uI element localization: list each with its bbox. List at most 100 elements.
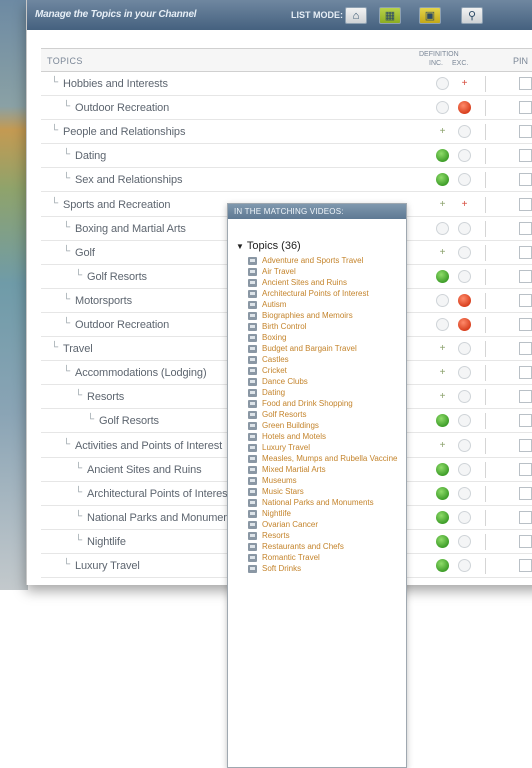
- pin-checkbox[interactable]: [519, 510, 532, 524]
- exclude-toggle[interactable]: [458, 438, 471, 452]
- tree-expander-icon[interactable]: └: [63, 173, 70, 184]
- tree-expander-icon[interactable]: └: [63, 246, 70, 257]
- tree-expander-icon[interactable]: └: [75, 463, 82, 474]
- exclude-toggle[interactable]: [458, 510, 471, 524]
- popup-topic-item[interactable]: Castles: [248, 355, 406, 365]
- exclude-toggle[interactable]: [458, 269, 471, 283]
- pin-checkbox[interactable]: [519, 486, 532, 500]
- exclude-toggle[interactable]: [458, 245, 471, 259]
- popup-topic-item[interactable]: Restaurants and Chefs: [248, 542, 406, 552]
- popup-topic-item[interactable]: Nightlife: [248, 509, 406, 519]
- tree-expander-icon[interactable]: └: [75, 487, 82, 498]
- exclude-toggle[interactable]: [458, 559, 471, 572]
- exclude-toggle[interactable]: [458, 173, 471, 187]
- include-toggle[interactable]: [436, 221, 449, 235]
- include-toggle[interactable]: [436, 173, 449, 187]
- popup-topic-item[interactable]: National Parks and Monuments: [248, 498, 406, 508]
- pin-checkbox[interactable]: [519, 269, 532, 283]
- popup-title[interactable]: ▼ Topics (36): [236, 240, 301, 252]
- popup-topic-item[interactable]: Luxury Travel: [248, 443, 406, 453]
- tree-expander-icon[interactable]: └: [75, 535, 82, 546]
- popup-topic-item[interactable]: Cricket: [248, 366, 406, 376]
- exclude-toggle[interactable]: [458, 390, 471, 404]
- pin-checkbox[interactable]: [519, 101, 532, 115]
- popup-topic-item[interactable]: Resorts: [248, 531, 406, 541]
- popup-topic-item[interactable]: Museums: [248, 476, 406, 486]
- table-row[interactable]: └ Dating: [41, 144, 532, 169]
- tree-expander-icon[interactable]: └: [63, 294, 70, 305]
- exclude-toggle[interactable]: [458, 342, 471, 356]
- tree-expander-icon[interactable]: └: [51, 125, 58, 136]
- table-row[interactable]: └ Outdoor Recreation: [41, 96, 532, 121]
- include-toggle[interactable]: [436, 534, 449, 548]
- pin-checkbox[interactable]: [519, 559, 532, 572]
- exclude-toggle[interactable]: [458, 462, 471, 476]
- exclude-toggle[interactable]: +: [458, 198, 471, 211]
- exclude-toggle[interactable]: [458, 293, 471, 307]
- popup-topic-item[interactable]: Food and Drink Shopping: [248, 399, 406, 409]
- popup-topic-item[interactable]: Hotels and Motels: [248, 432, 406, 442]
- popup-topic-item[interactable]: Ovarian Cancer: [248, 520, 406, 530]
- pin-checkbox[interactable]: [519, 390, 532, 404]
- box-mode-button[interactable]: ▣: [419, 7, 441, 24]
- exclude-toggle[interactable]: [458, 534, 471, 548]
- include-toggle[interactable]: [436, 510, 449, 524]
- include-toggle[interactable]: +: [436, 439, 449, 452]
- include-toggle[interactable]: +: [436, 198, 449, 211]
- exclude-toggle[interactable]: [458, 101, 471, 115]
- pin-checkbox[interactable]: [519, 293, 532, 307]
- popup-topic-item[interactable]: Mixed Martial Arts: [248, 465, 406, 475]
- popup-topic-item[interactable]: Measles, Mumps and Rubella Vaccine: [248, 454, 406, 464]
- include-toggle[interactable]: +: [436, 366, 449, 379]
- pin-checkbox[interactable]: [519, 462, 532, 476]
- include-toggle[interactable]: [436, 77, 449, 90]
- include-toggle[interactable]: [436, 318, 449, 331]
- popup-topic-item[interactable]: Air Travel: [248, 267, 406, 277]
- include-toggle[interactable]: [436, 149, 449, 163]
- grid-mode-button[interactable]: ▦: [379, 7, 401, 24]
- exclude-toggle[interactable]: [458, 318, 471, 331]
- exclude-toggle[interactable]: +: [458, 77, 471, 90]
- tree-expander-icon[interactable]: └: [51, 342, 58, 353]
- include-toggle[interactable]: +: [436, 342, 449, 355]
- include-toggle[interactable]: [436, 462, 449, 476]
- popup-topic-item[interactable]: Green Buildings: [248, 421, 406, 431]
- exclude-toggle[interactable]: [458, 414, 471, 428]
- table-row[interactable]: └ Hobbies and Interests +: [41, 72, 532, 96]
- pin-checkbox[interactable]: [519, 318, 532, 331]
- pin-checkbox[interactable]: [519, 149, 532, 163]
- include-toggle[interactable]: [436, 414, 449, 428]
- popup-topic-item[interactable]: Dance Clubs: [248, 377, 406, 387]
- tree-expander-icon[interactable]: └: [75, 270, 82, 281]
- popup-topic-item[interactable]: Ancient Sites and Ruins: [248, 278, 406, 288]
- include-toggle[interactable]: [436, 559, 449, 572]
- include-toggle[interactable]: [436, 486, 449, 500]
- pin-checkbox[interactable]: [519, 534, 532, 548]
- popup-topic-item[interactable]: Budget and Bargain Travel: [248, 344, 406, 354]
- tree-expander-icon[interactable]: └: [51, 77, 58, 88]
- popup-topic-item[interactable]: Birth Control: [248, 322, 406, 332]
- pin-checkbox[interactable]: [519, 125, 532, 139]
- tree-expander-icon[interactable]: └: [75, 511, 82, 522]
- popup-topic-item[interactable]: Adventure and Sports Travel: [248, 256, 406, 266]
- tree-expander-icon[interactable]: └: [63, 222, 70, 233]
- search-button[interactable]: ⚲: [461, 7, 483, 24]
- tree-expander-icon[interactable]: └: [63, 101, 70, 112]
- pin-checkbox[interactable]: [519, 245, 532, 259]
- exclude-toggle[interactable]: [458, 486, 471, 500]
- exclude-toggle[interactable]: [458, 366, 471, 380]
- table-row[interactable]: └ People and Relationships +: [41, 120, 532, 145]
- pin-checkbox[interactable]: [519, 414, 532, 428]
- tree-expander-icon[interactable]: └: [63, 318, 70, 329]
- tree-expander-icon[interactable]: └: [63, 559, 70, 570]
- tree-expander-icon[interactable]: └: [75, 390, 82, 401]
- tree-expander-icon[interactable]: └: [63, 439, 70, 450]
- include-toggle[interactable]: +: [436, 246, 449, 259]
- popup-topic-item[interactable]: Biographies and Memoirs: [248, 311, 406, 321]
- tree-expander-icon[interactable]: └: [87, 414, 94, 425]
- exclude-toggle[interactable]: [458, 221, 471, 235]
- popup-topic-item[interactable]: Architectural Points of Interest: [248, 289, 406, 299]
- pin-checkbox[interactable]: [519, 342, 532, 356]
- pin-checkbox[interactable]: [519, 77, 532, 90]
- popup-topic-item[interactable]: Romantic Travel: [248, 553, 406, 563]
